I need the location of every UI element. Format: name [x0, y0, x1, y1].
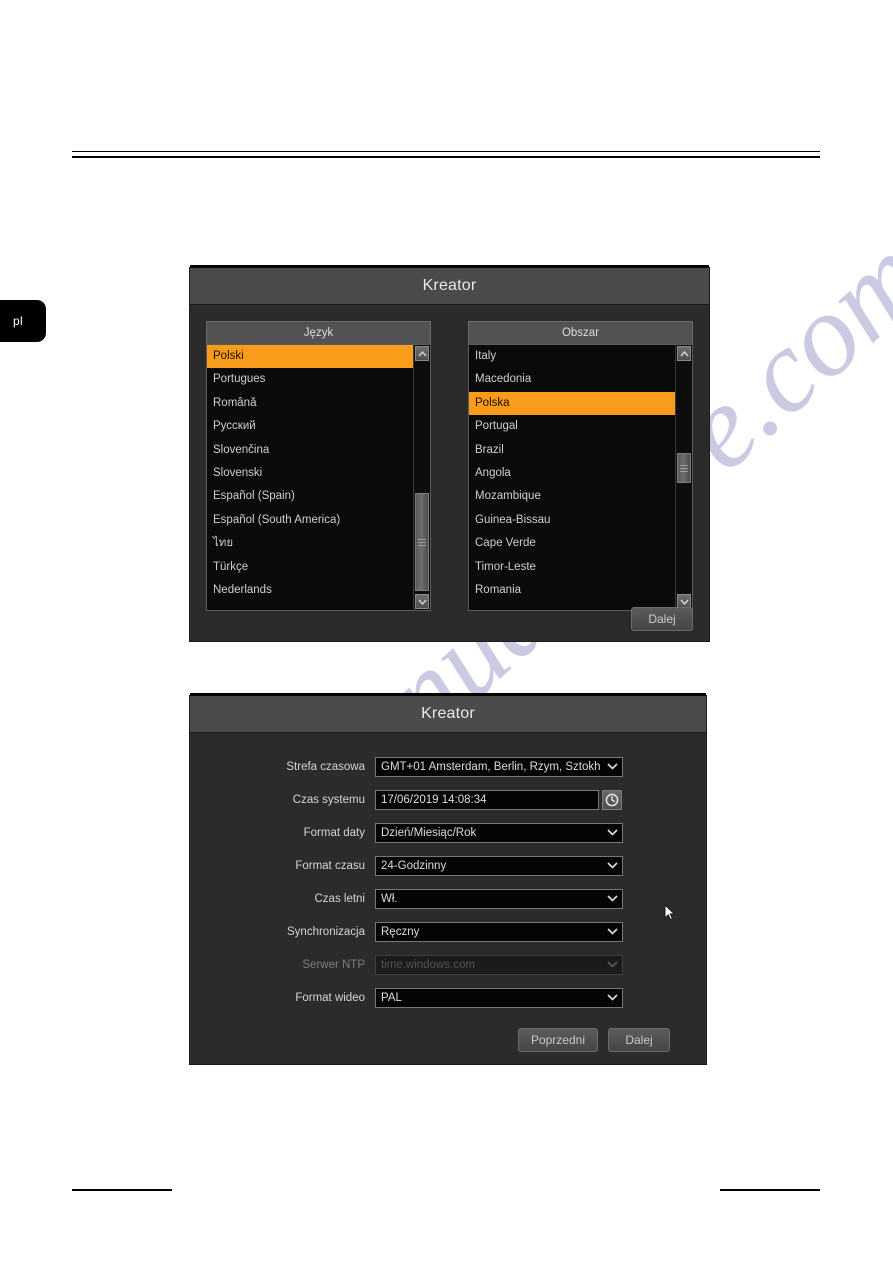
mouse-cursor: [664, 903, 676, 927]
area-listbox-body: Italy Macedonia Polska Portugal Brazil Angola…: [468, 344, 693, 611]
form-row: Format wideo PAL: [190, 981, 706, 1014]
scroll-up-icon[interactable]: [677, 346, 691, 361]
dropdown-value: Dzień/Miesiąc/Rok: [381, 826, 477, 839]
form-row: Format czasu 24-Godzinny: [190, 849, 706, 882]
dropdown-value: time.windows.com: [381, 958, 475, 971]
language-tab-pl: pl: [0, 300, 46, 342]
field-label: Synchronizacja: [287, 925, 365, 938]
field-label: Format czasu: [295, 859, 365, 872]
chevron-down-icon: [607, 860, 618, 872]
area-listbox-header: Obszar: [468, 321, 693, 344]
list-item[interactable]: Brazil: [469, 439, 675, 462]
wizard-language-lists: Język Polski Portugues Română Русский Sloven…: [190, 305, 709, 611]
list-item[interactable]: Mozambique: [469, 485, 675, 508]
list-item[interactable]: Portugal: [469, 415, 675, 438]
dropdown-8[interactable]: PAL: [375, 987, 623, 1008]
list-item[interactable]: Macedonia: [469, 368, 675, 391]
field-label: Serwer NTP: [302, 958, 365, 971]
wizard-time-form: Strefa czasowa GMT+01 Amsterdam, Berlin, …: [190, 733, 706, 1014]
form-row: Format daty Dzień/Miesiąc/Rok: [190, 816, 706, 849]
form-row: Czas systemu 17/06/2019 14:08:34: [190, 783, 706, 816]
page-footer-rule-left: [72, 1189, 172, 1191]
page-footer-rule-right: [720, 1189, 820, 1191]
area-list-items[interactable]: Italy Macedonia Polska Portugal Brazil Angola…: [469, 345, 675, 610]
field-label: Czas systemu: [292, 793, 365, 806]
next-button[interactable]: Dalej: [608, 1028, 670, 1052]
field-label: Format daty: [303, 826, 365, 839]
system-time-input[interactable]: 17/06/2019 14:08:34: [375, 789, 599, 810]
dialog-top-strip: [190, 265, 709, 268]
list-item[interactable]: Guinea-Bissau: [469, 509, 675, 532]
scroll-down-icon[interactable]: [415, 594, 429, 609]
list-item[interactable]: Portugues: [207, 368, 413, 391]
scroll-grip-icon: [418, 537, 426, 548]
language-listbox-body: Polski Portugues Română Русский Slovenčina Sl…: [206, 344, 431, 611]
scroll-thumb[interactable]: [415, 493, 429, 591]
wizard-language-title: Kreator: [190, 268, 709, 305]
chevron-down-icon: [607, 992, 618, 1004]
list-item[interactable]: Română: [207, 392, 413, 415]
list-item[interactable]: Cape Verde: [469, 532, 675, 555]
list-item[interactable]: Polska: [469, 391, 675, 416]
clock-icon[interactable]: [602, 789, 622, 810]
wizard-time-dialog: Kreator Strefa czasowa GMT+01 Amsterdam, …: [190, 693, 706, 1064]
chevron-down-icon: [607, 959, 618, 971]
scroll-grip-icon: [680, 463, 688, 474]
dropdown-6[interactable]: Ręczny: [375, 921, 623, 942]
language-listbox: Język Polski Portugues Română Русский Sloven…: [206, 321, 431, 611]
language-list-scrollbar[interactable]: [413, 345, 430, 610]
scroll-up-icon[interactable]: [415, 346, 429, 361]
dropdown-4[interactable]: 24-Godzinny: [375, 855, 623, 876]
dropdown-value: PAL: [381, 991, 402, 1004]
chevron-down-icon: [607, 761, 618, 773]
list-item[interactable]: Polski: [207, 345, 413, 369]
dropdown-value: Ręczny: [381, 925, 420, 938]
language-list-items[interactable]: Polski Portugues Română Русский Slovenčina Sl…: [207, 345, 413, 610]
page-header-rule-upper: [72, 151, 820, 152]
wizard-time-title: Kreator: [190, 696, 706, 733]
scroll-thumb[interactable]: [677, 453, 691, 483]
list-item[interactable]: Español (Spain): [207, 485, 413, 508]
wizard-time-footer: Poprzedni Dalej: [517, 1028, 670, 1052]
page-header-rule-lower: [72, 156, 820, 158]
previous-button[interactable]: Poprzedni: [517, 1028, 598, 1052]
form-row: Serwer NTP time.windows.com: [190, 948, 706, 981]
list-item[interactable]: Romania: [469, 579, 675, 602]
list-item[interactable]: Türkçe: [207, 556, 413, 579]
dropdown-value: Wł.: [381, 892, 398, 905]
area-listbox: Obszar Italy Macedonia Polska Portugal Brazi…: [468, 321, 693, 611]
language-listbox-header: Język: [206, 321, 431, 344]
area-list-scrollbar[interactable]: [675, 345, 692, 610]
list-item[interactable]: Nederlands: [207, 579, 413, 602]
field-label: Strefa czasowa: [286, 760, 365, 773]
dropdown-1[interactable]: GMT+01 Amsterdam, Berlin, Rzym, Sztokh: [375, 756, 623, 777]
form-row: Synchronizacja Ręczny: [190, 915, 706, 948]
dropdown-7: time.windows.com: [375, 954, 623, 975]
chevron-down-icon: [607, 926, 618, 938]
list-item[interactable]: Slovenčina: [207, 439, 413, 462]
field-label: Format wideo: [295, 991, 365, 1004]
wizard-language-footer: Dalej: [631, 607, 693, 631]
list-item[interactable]: Slovenski: [207, 462, 413, 485]
list-item[interactable]: Русский: [207, 415, 413, 438]
dialog-top-strip: [190, 693, 706, 696]
dropdown-5[interactable]: Wł.: [375, 888, 623, 909]
chevron-down-icon: [607, 827, 618, 839]
list-item[interactable]: Italy: [469, 345, 675, 368]
list-item[interactable]: Español (South America): [207, 509, 413, 532]
chevron-down-icon: [607, 893, 618, 905]
wizard-language-dialog: Kreator Język Polski Portugues Română Русск…: [190, 265, 709, 641]
form-row: Strefa czasowa GMT+01 Amsterdam, Berlin, …: [190, 750, 706, 783]
list-item[interactable]: ไทย: [207, 532, 413, 555]
field-label: Czas letni: [314, 892, 366, 905]
dropdown-3[interactable]: Dzień/Miesiąc/Rok: [375, 822, 623, 843]
system-time-group: 17/06/2019 14:08:34: [375, 789, 622, 810]
list-item[interactable]: Timor-Leste: [469, 556, 675, 579]
language-tab-label: pl: [13, 314, 23, 328]
dropdown-value: 24-Godzinny: [381, 859, 447, 872]
form-row: Czas letni Wł.: [190, 882, 706, 915]
next-button[interactable]: Dalej: [631, 607, 693, 631]
list-item[interactable]: Angola: [469, 462, 675, 485]
dropdown-value: GMT+01 Amsterdam, Berlin, Rzym, Sztokh: [381, 760, 601, 773]
